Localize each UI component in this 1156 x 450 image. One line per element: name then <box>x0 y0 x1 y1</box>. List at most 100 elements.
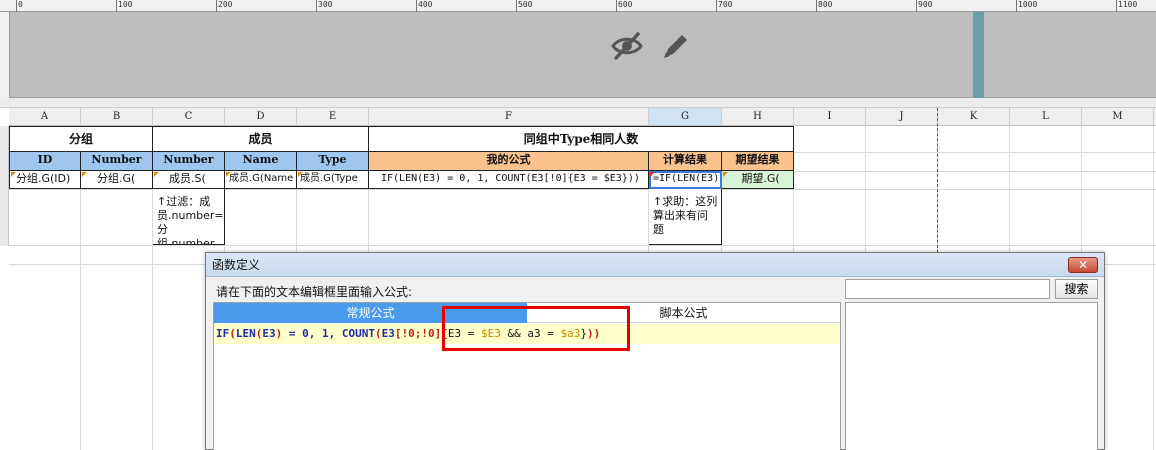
ruler-tick <box>816 0 817 12</box>
pencil-icon[interactable] <box>660 30 692 62</box>
cell-b3-text: 分组.G( <box>97 172 136 185</box>
code-token: IF <box>216 327 230 340</box>
ruler-label: 900 <box>918 0 933 9</box>
header-my-formula[interactable]: 我的公式 <box>369 152 649 171</box>
ruler-tick <box>316 0 317 12</box>
column-header-m[interactable]: M <box>1082 108 1154 126</box>
column-header-j[interactable]: J <box>866 108 938 126</box>
cell-d3-text: 成员.G(Name <box>229 173 294 184</box>
column-header-h[interactable]: H <box>722 108 794 126</box>
column-header-f[interactable]: F <box>369 108 649 126</box>
code-token: ( <box>229 327 236 340</box>
code-token: LEN <box>235 327 256 340</box>
ruler-tick <box>116 0 117 12</box>
dialog-prompt: 请在下面的文本编辑框里面输入公式: <box>216 285 413 299</box>
cell-b3[interactable]: 分组.G( <box>81 171 153 189</box>
ruler-tick <box>1116 0 1117 12</box>
cell-marker <box>226 172 231 177</box>
ruler-label: 1100 <box>1118 0 1138 9</box>
ruler-label: 200 <box>218 0 233 9</box>
column-header-c[interactable]: C <box>153 108 225 126</box>
app-window: 0 100 200 300 400 500 600 700 800 900 1000 1100 ABC… <box>0 0 1156 450</box>
cell-d3[interactable]: 成员.G(Name <box>225 171 297 189</box>
cell-i3-text: 期望.G( <box>741 172 780 185</box>
code-token: = 0, 1, <box>282 327 342 340</box>
column-header-a[interactable]: A <box>9 108 81 126</box>
ruler-label: 500 <box>518 0 533 9</box>
group-title-cell[interactable]: 分组 <box>9 126 153 152</box>
cell-i3[interactable]: 期望.G( <box>722 171 794 189</box>
cell-marker <box>298 172 303 177</box>
code-token: !0;!0 <box>401 327 435 340</box>
gap-strip <box>0 98 1156 108</box>
ruler-tick <box>616 0 617 12</box>
vertical-ruler <box>0 12 10 98</box>
cell-e3-text: 成员.G(Type <box>300 173 358 184</box>
ruler-tick <box>1016 0 1017 12</box>
code-token: ( <box>374 327 382 340</box>
highlight-annotation-box <box>442 306 630 351</box>
ruler-label: 800 <box>818 0 833 9</box>
ruler-label: 300 <box>318 0 333 9</box>
ruler-label: 600 <box>618 0 633 9</box>
horizontal-ruler: 0 100 200 300 400 500 600 700 800 900 1000 1100 <box>0 0 1156 12</box>
dialog-title: 函数定义 <box>206 253 1104 277</box>
header-id[interactable]: ID <box>9 152 81 171</box>
cell-a3-text: 分组.G(ID) <box>16 172 71 185</box>
cell-marker <box>82 172 87 177</box>
header-calc-result[interactable]: 计算结果 <box>649 152 722 171</box>
function-definition-dialog: 函数定义 ✕ 请在下面的文本编辑框里面输入公式: 搜索 常规公式 脚本公式 IF… <box>205 252 1105 450</box>
member-title-cell[interactable]: 成员 <box>153 126 369 152</box>
grid-line <box>1153 126 1154 450</box>
cell-f3[interactable]: IF(LEN(E3) = 0, 1, COUNT(E3[!0]{E3 = $E3… <box>369 171 649 189</box>
header-expected-result[interactable]: 期望结果 <box>722 152 794 171</box>
cell-c3-text: 成员.S( <box>169 172 206 185</box>
row-gutter <box>0 126 9 246</box>
note-help[interactable]: ↑求助：这列算出来有问题 <box>649 189 722 245</box>
ruler-tick <box>516 0 517 12</box>
ruler-tick <box>216 0 217 12</box>
cell-g3-text: =IF(LEN(E3) <box>653 173 720 184</box>
ruler-label: 100 <box>118 0 133 9</box>
ruler-tick <box>916 0 917 12</box>
ruler-tick <box>716 0 717 12</box>
header-name[interactable]: Name <box>225 152 297 171</box>
cell-e3[interactable]: 成员.G(Type <box>297 171 369 189</box>
ruler-label: 1000 <box>1018 0 1038 9</box>
code-token: E3 <box>262 327 276 340</box>
count-title-cell[interactable]: 同组中Type相同人数 <box>369 126 794 152</box>
page-boundary-marker <box>973 12 984 98</box>
ruler-tick <box>16 0 17 12</box>
column-header-d[interactable]: D <box>225 108 297 126</box>
column-header-e[interactable]: E <box>297 108 369 126</box>
cell-c3[interactable]: 成员.S( <box>153 171 225 189</box>
header-type[interactable]: Type <box>297 152 369 171</box>
code-token: COUNT <box>341 327 375 340</box>
close-button[interactable]: ✕ <box>1068 257 1098 273</box>
search-button[interactable]: 搜索 <box>1055 279 1098 299</box>
eye-off-icon[interactable] <box>610 30 644 62</box>
cell-a3[interactable]: 分组.G(ID) <box>9 171 81 189</box>
column-header-k[interactable]: K <box>938 108 1010 126</box>
cell-marker <box>11 172 16 177</box>
column-header-i[interactable]: I <box>794 108 866 126</box>
ruler-label: 400 <box>418 0 433 9</box>
column-header-b[interactable]: B <box>81 108 153 126</box>
cell-marker <box>650 172 655 177</box>
cell-marker <box>723 172 728 177</box>
ruler-tick <box>416 0 417 12</box>
note-filter[interactable]: ↑过滤：成员.number=分组.number <box>153 189 225 245</box>
code-token: E3 <box>381 327 395 340</box>
column-header-g[interactable]: G <box>649 108 722 126</box>
cell-marker <box>154 172 159 177</box>
cell-g3-selected[interactable]: =IF(LEN(E3) <box>649 171 722 189</box>
page-break-line <box>937 108 938 258</box>
ruler-label: 0 <box>18 0 23 9</box>
preview-band <box>10 12 1156 98</box>
search-input[interactable] <box>845 279 1050 299</box>
function-list-pane[interactable] <box>845 302 1098 450</box>
header-member-number[interactable]: Number <box>153 152 225 171</box>
column-header-l[interactable]: L <box>1010 108 1082 126</box>
ruler-label: 700 <box>718 0 733 9</box>
header-group-number[interactable]: Number <box>81 152 153 171</box>
